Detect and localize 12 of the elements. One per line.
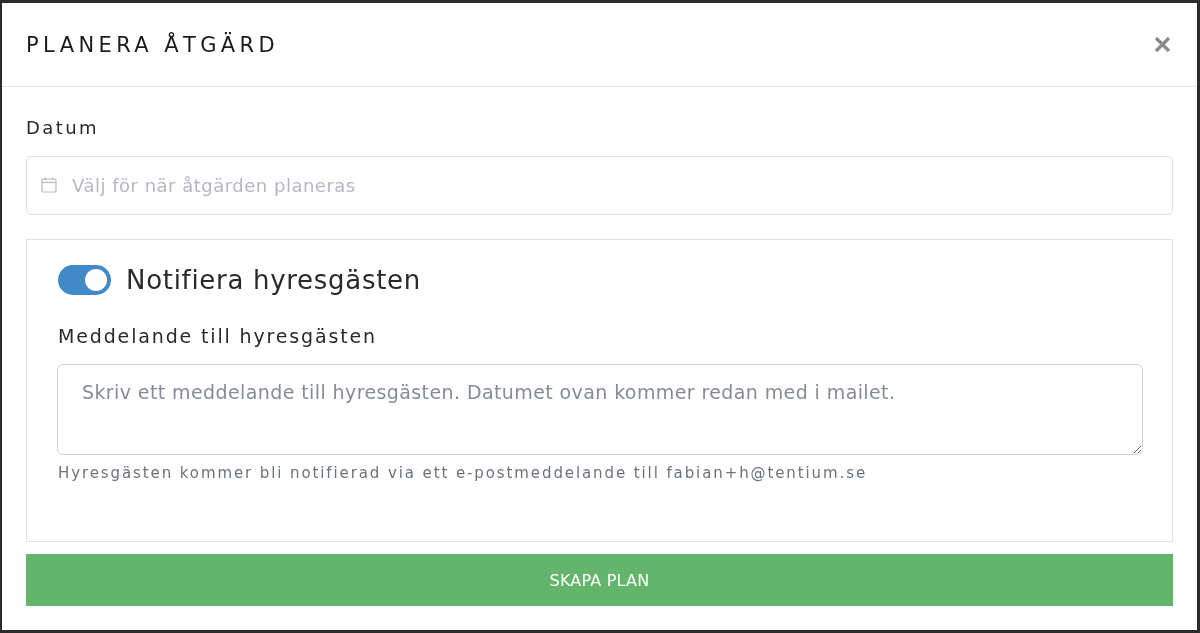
toggle-switch[interactable] — [58, 265, 111, 295]
modal-title: PLANERA ÅTGÄRD — [26, 32, 280, 57]
close-icon — [1154, 36, 1171, 53]
message-field[interactable]: Skriv ett meddelande till hyresgästen. Datumet ovan kommer redan med i mailet. — [57, 364, 1143, 455]
hint-text: Hyresgästen kommer bli notifierad via ett e-postmeddelande till fabian+h@tentium.se — [58, 464, 869, 482]
date-input-field[interactable]: Välj för när åtgärden planeras — [26, 156, 1173, 215]
field-label: Meddelande till hyresgästen — [58, 325, 378, 347]
field-label: Datum — [26, 117, 100, 138]
submit-button[interactable]: SKAPA PLAN — [26, 554, 1173, 606]
calendar-icon — [41, 177, 57, 193]
close-button[interactable] — [1154, 36, 1171, 53]
toggle-label: Notifiera hyresgästen — [126, 265, 421, 295]
